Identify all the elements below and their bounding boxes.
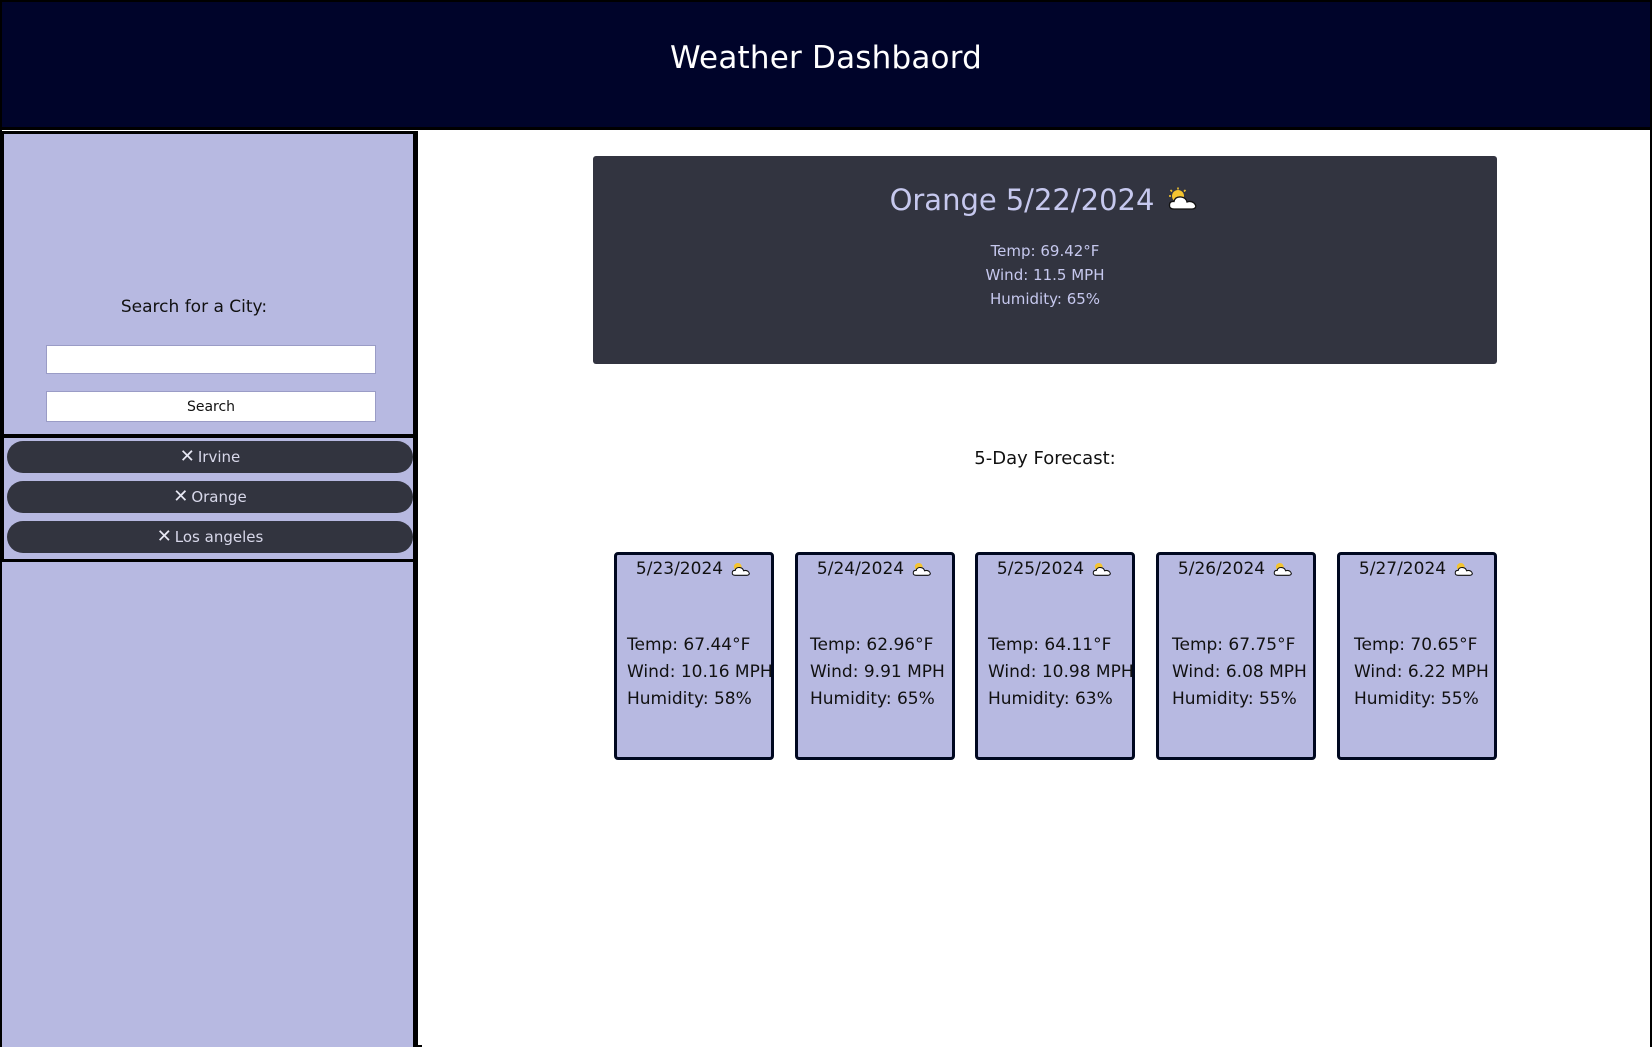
forecast-card-header: 5/23/2024 xyxy=(617,559,771,579)
forecast-details: Temp: 62.96°F Wind: 9.91 MPH Humidity: 6… xyxy=(810,632,945,713)
forecast-details: Temp: 67.44°F Wind: 10.16 MPH Humidity: … xyxy=(627,632,773,713)
forecast-humidity: Humidity: 63% xyxy=(988,689,1113,709)
app-header: Weather Dashbaord xyxy=(2,2,1650,130)
forecast-details: Temp: 64.11°F Wind: 10.98 MPH Humidity: … xyxy=(988,632,1134,713)
sidebar: Search for a City: Search ✕ Irvine ✕ Ora… xyxy=(2,131,418,1047)
forecast-humidity: Humidity: 55% xyxy=(1172,689,1297,709)
page-title: Weather Dashbaord xyxy=(670,39,982,76)
search-history-list: ✕ Irvine ✕ Orange ✕ Los angeles xyxy=(2,437,416,562)
forecast-card-header: 5/27/2024 xyxy=(1340,559,1494,579)
forecast-cards: 5/23/2024 Temp: 67.44°F Wind: 10.16 MPH … xyxy=(614,552,1498,762)
forecast-temp: Temp: 67.75°F xyxy=(1172,635,1296,655)
current-date: 5/22/2024 xyxy=(1005,183,1155,217)
forecast-card: 5/26/2024 Temp: 67.75°F Wind: 6.08 MPH H… xyxy=(1156,552,1316,760)
partly-cloudy-icon xyxy=(1272,561,1294,578)
current-wind: Wind: 11.5 MPH xyxy=(985,266,1105,284)
search-button[interactable]: Search xyxy=(46,391,376,422)
forecast-wind: Wind: 9.91 MPH xyxy=(810,662,945,682)
forecast-humidity: Humidity: 55% xyxy=(1354,689,1479,709)
partly-cloudy-icon xyxy=(1166,187,1200,213)
search-label: Search for a City: xyxy=(120,297,268,317)
forecast-card-header: 5/26/2024 xyxy=(1159,559,1313,579)
partly-cloudy-icon xyxy=(1453,561,1475,578)
forecast-humidity: Humidity: 58% xyxy=(627,689,752,709)
forecast-temp: Temp: 62.96°F xyxy=(810,635,934,655)
forecast-card-header: 5/24/2024 xyxy=(798,559,952,579)
forecast-date: 5/25/2024 xyxy=(996,559,1085,579)
close-icon[interactable]: ✕ xyxy=(157,528,172,546)
forecast-wind: Wind: 6.22 MPH xyxy=(1354,662,1489,682)
current-city: Orange xyxy=(889,183,997,217)
history-item-irvine[interactable]: ✕ Irvine xyxy=(7,441,413,473)
history-item-label: Orange xyxy=(191,488,247,506)
history-item-orange[interactable]: ✕ Orange xyxy=(7,481,413,513)
close-icon[interactable]: ✕ xyxy=(180,448,195,466)
forecast-details: Temp: 70.65°F Wind: 6.22 MPH Humidity: 5… xyxy=(1354,632,1489,713)
forecast-date: 5/27/2024 xyxy=(1358,559,1447,579)
forecast-wind: Wind: 6.08 MPH xyxy=(1172,662,1307,682)
main-content: Orange 5/22/2024 Temp: 69.42°F Wind: 11.… xyxy=(422,131,1650,1047)
forecast-date: 5/26/2024 xyxy=(1177,559,1266,579)
partly-cloudy-icon xyxy=(730,561,752,578)
forecast-card-header: 5/25/2024 xyxy=(978,559,1132,579)
current-details: Temp: 69.42°F Wind: 11.5 MPH Humidity: 6… xyxy=(593,239,1497,311)
forecast-temp: Temp: 64.11°F xyxy=(988,635,1112,655)
forecast-card: 5/25/2024 Temp: 64.11°F Wind: 10.98 MPH … xyxy=(975,552,1135,760)
search-panel: Search for a City: Search xyxy=(2,131,416,437)
forecast-card: 5/27/2024 Temp: 70.65°F Wind: 6.22 MPH H… xyxy=(1337,552,1497,760)
forecast-humidity: Humidity: 65% xyxy=(810,689,935,709)
forecast-temp: Temp: 70.65°F xyxy=(1354,635,1478,655)
forecast-title: 5-Day Forecast: xyxy=(974,448,1116,469)
forecast-date: 5/24/2024 xyxy=(816,559,905,579)
current-humidity: Humidity: 65% xyxy=(989,290,1101,308)
current-temp: Temp: 69.42°F xyxy=(990,242,1100,260)
forecast-card: 5/24/2024 Temp: 62.96°F Wind: 9.91 MPH H… xyxy=(795,552,955,760)
weather-dashboard-page: Weather Dashbaord Search for a City: Sea… xyxy=(0,0,1652,1047)
forecast-wind: Wind: 10.98 MPH xyxy=(988,662,1134,682)
city-search-input[interactable] xyxy=(46,345,376,374)
forecast-date: 5/23/2024 xyxy=(635,559,724,579)
history-item-label: Irvine xyxy=(197,448,241,466)
current-heading: Orange 5/22/2024 xyxy=(593,183,1497,217)
forecast-temp: Temp: 67.44°F xyxy=(627,635,751,655)
forecast-card: 5/23/2024 Temp: 67.44°F Wind: 10.16 MPH … xyxy=(614,552,774,760)
forecast-wind: Wind: 10.16 MPH xyxy=(627,662,773,682)
partly-cloudy-icon xyxy=(1091,561,1113,578)
partly-cloudy-icon xyxy=(911,561,933,578)
forecast-details: Temp: 67.75°F Wind: 6.08 MPH Humidity: 5… xyxy=(1172,632,1307,713)
history-item-label: Los angeles xyxy=(174,528,264,546)
current-weather-panel: Orange 5/22/2024 Temp: 69.42°F Wind: 11.… xyxy=(593,156,1497,364)
close-icon[interactable]: ✕ xyxy=(173,488,188,506)
history-item-los-angeles[interactable]: ✕ Los angeles xyxy=(7,521,413,553)
